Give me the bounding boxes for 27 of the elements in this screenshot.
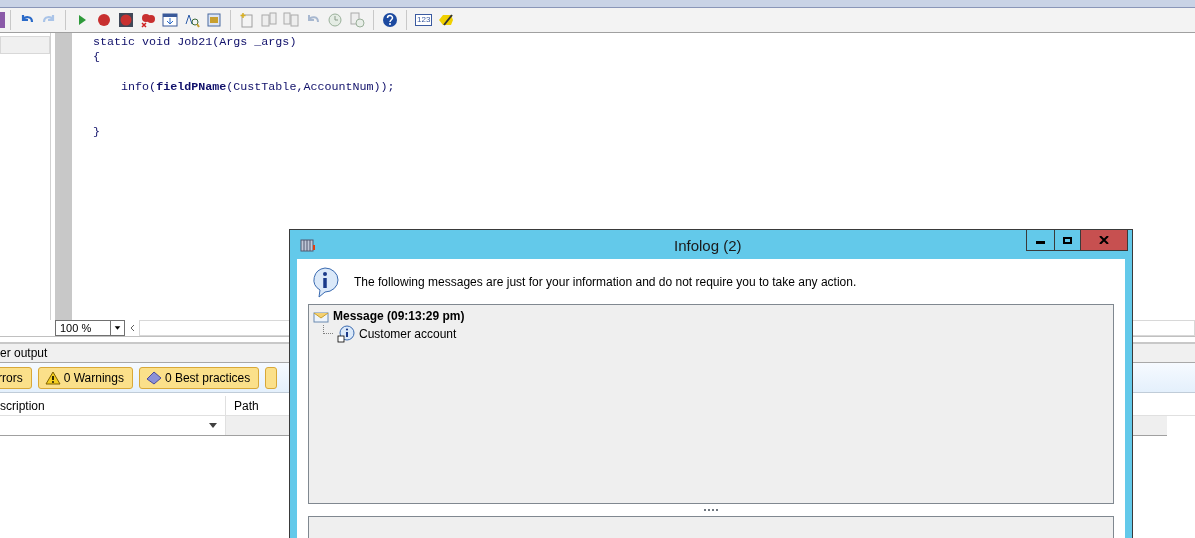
info-icon	[337, 325, 355, 343]
column-header[interactable]: scription	[0, 396, 226, 415]
tree-item[interactable]: Customer account	[359, 325, 457, 343]
panel-title: er output	[0, 345, 48, 362]
zoom-dropdown[interactable]: 100 %	[55, 320, 125, 336]
breakpoint-icon[interactable]	[96, 12, 112, 28]
filter-button[interactable]: 0 Best practices	[138, 366, 260, 389]
close-icon	[1099, 236, 1109, 244]
delete-breakpoints-icon[interactable]	[140, 12, 156, 28]
book-icon	[145, 370, 162, 385]
filter-button[interactable]: 0 Warnings	[37, 366, 133, 389]
breakpoint-icon[interactable]	[118, 12, 134, 28]
find-icon[interactable]	[184, 12, 200, 28]
calendar-icon[interactable]	[162, 12, 178, 28]
edit-icon[interactable]	[438, 12, 455, 28]
info-message: The following messages are just for your information and do not require you to take any action.	[354, 273, 857, 291]
warning-icon	[44, 370, 61, 385]
dropdown-arrow-icon[interactable]	[209, 423, 217, 428]
help-icon[interactable]	[382, 12, 398, 28]
window-title: Infolog (2)	[674, 236, 742, 256]
splitter-handle[interactable]	[704, 509, 718, 511]
envelope-icon	[313, 309, 329, 323]
number-format-icon[interactable]: 123	[415, 14, 433, 26]
close-button[interactable]	[1081, 230, 1127, 250]
tree-item[interactable]: Message (09:13:29 pm)	[333, 307, 465, 325]
code-text: static void Job21(Args _args) { info(fieldPName(CustTable,AccountNum)); }	[92, 34, 395, 140]
window-icon	[300, 237, 316, 252]
